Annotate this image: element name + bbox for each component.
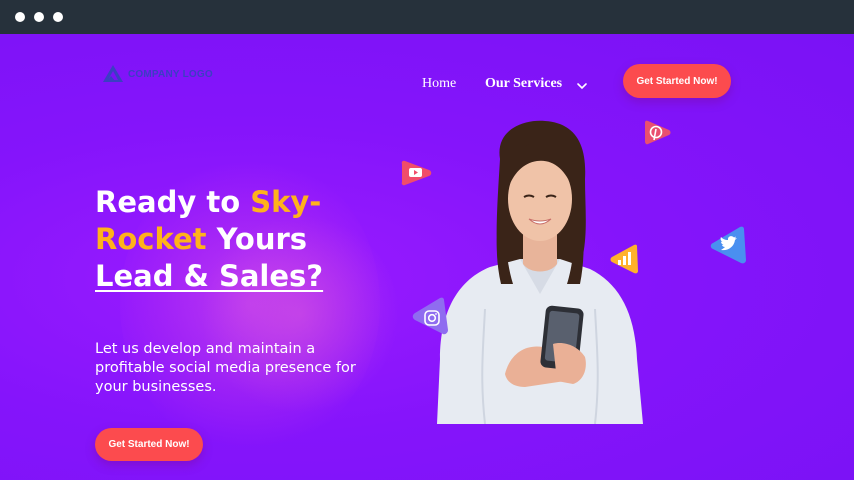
window-dot-1[interactable]	[15, 12, 25, 22]
headline-accent-1: Sky-	[250, 185, 322, 219]
window-dot-2[interactable]	[34, 12, 44, 22]
headline-text-1: Ready to	[95, 185, 251, 219]
browser-titlebar	[0, 0, 854, 34]
hero-subtext: Let us develop and maintain a profitable…	[95, 341, 356, 395]
company-logo[interactable]: COMPANY LOGO	[102, 64, 213, 84]
nav-services-link[interactable]: Our Services	[485, 76, 562, 92]
hero-headline: Ready to Sky- Rocket Yours Lead & Sales?	[95, 184, 395, 295]
logo-mark-icon	[103, 65, 123, 82]
headline-text-2: Yours	[206, 222, 308, 256]
nav-home-link[interactable]: Home	[422, 76, 456, 92]
instagram-icon[interactable]	[410, 296, 452, 338]
header-get-started-button[interactable]: Get Started Now!	[623, 64, 731, 98]
youtube-icon[interactable]	[400, 156, 434, 190]
pinterest-icon[interactable]	[644, 118, 672, 146]
headline-accent-2: Rocket	[95, 222, 207, 256]
logo-text: COMPANY LOGO	[128, 68, 213, 80]
analytics-icon[interactable]	[608, 242, 642, 276]
window-dot-3[interactable]	[53, 12, 63, 22]
hero-get-started-button[interactable]: Get Started Now!	[95, 428, 203, 461]
chevron-down-icon[interactable]	[576, 80, 588, 92]
hero-section: COMPANY LOGO Home Our Services Get Start…	[0, 34, 854, 480]
twitter-icon[interactable]	[708, 224, 750, 266]
headline-underlined: Lead & Sales?	[95, 259, 324, 293]
